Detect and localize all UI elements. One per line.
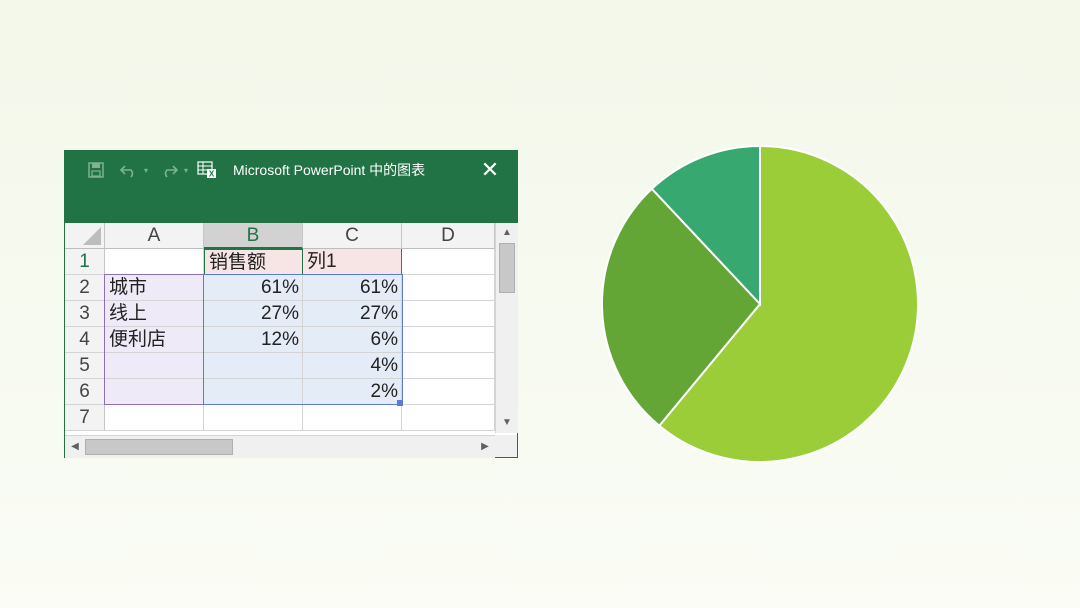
pie-slices — [601, 144, 919, 463]
pie-chart[interactable] — [0, 0, 1080, 608]
